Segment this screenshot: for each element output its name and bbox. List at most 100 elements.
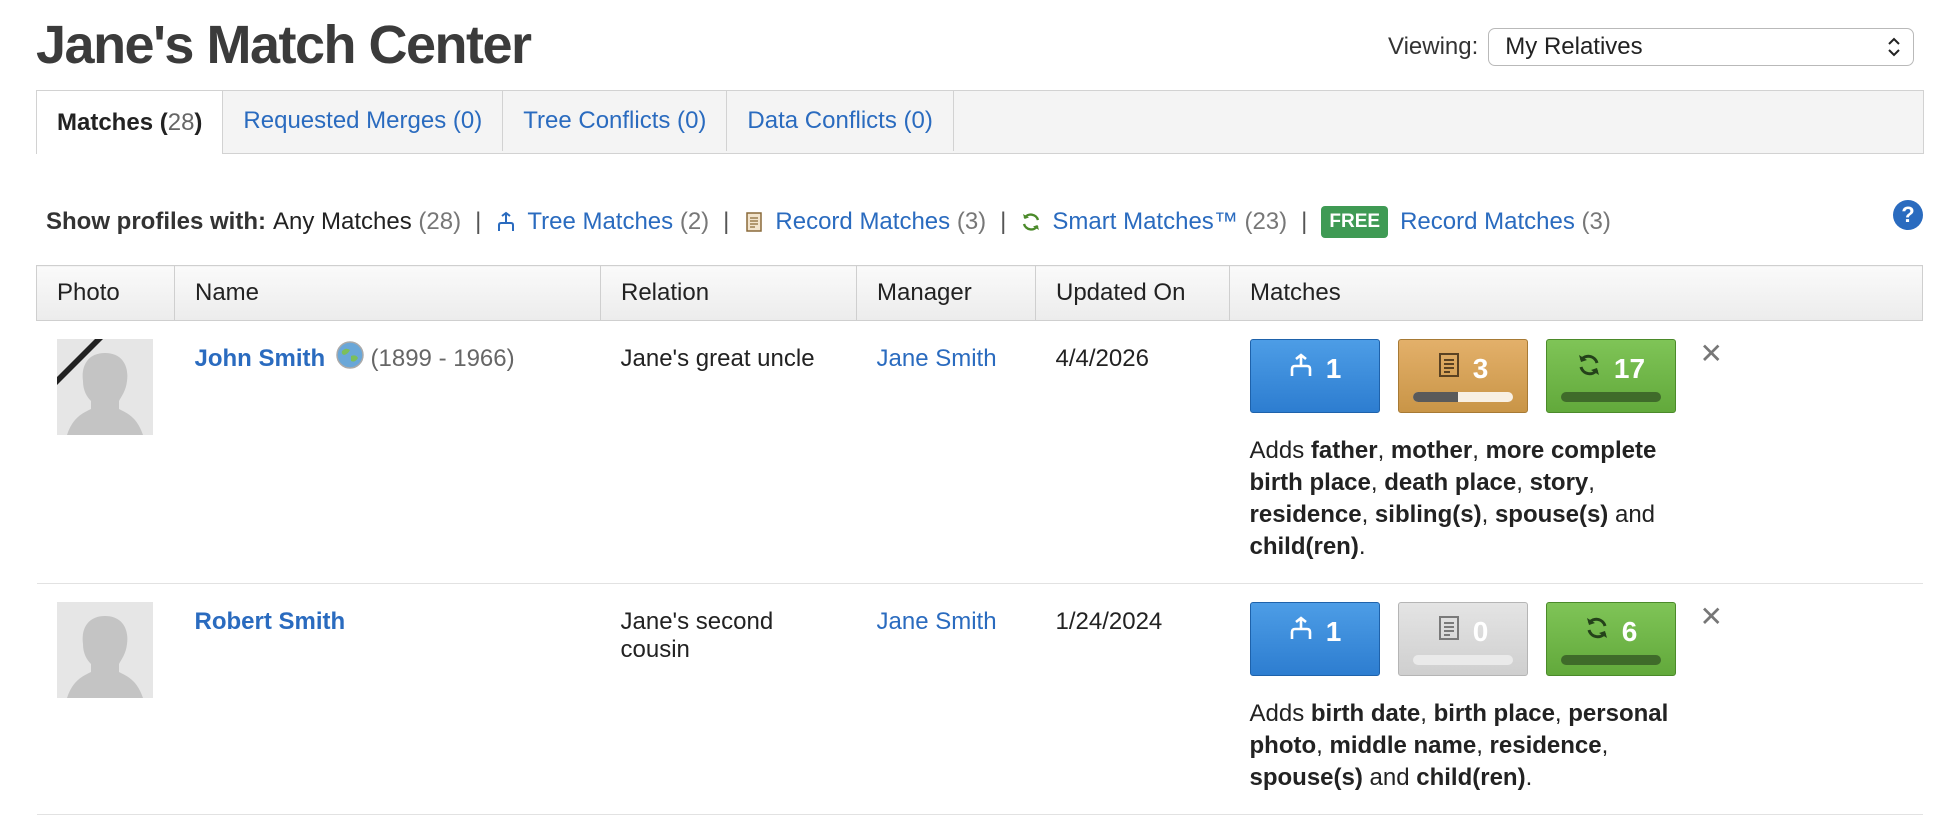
- tree-match-icon: [1288, 615, 1314, 648]
- smart-match-refresh-icon: [1584, 615, 1610, 648]
- added-field: child(ren): [1416, 764, 1526, 791]
- column-header-relation: Relation: [600, 265, 857, 321]
- manager-link[interactable]: Jane Smith: [877, 345, 1016, 373]
- filter-count: (3): [1581, 208, 1611, 235]
- filter-record-matches[interactable]: Record Matches: [775, 208, 950, 236]
- smart-match-count: 17: [1613, 352, 1646, 384]
- filter-count: (3): [956, 208, 987, 235]
- added-field: father: [1310, 437, 1378, 464]
- added-field: birth date: [1310, 700, 1421, 727]
- tab-label: Requested Merges: [243, 107, 447, 134]
- adds-text: Adds: [1249, 700, 1311, 727]
- record-document-icon: [743, 211, 765, 233]
- viewing-select[interactable]: My Relatives: [1488, 28, 1915, 66]
- filter-separator: |: [723, 208, 730, 235]
- life-years: (1899 - 1966): [370, 345, 515, 372]
- close-icon[interactable]: ✕: [1700, 600, 1723, 633]
- tree-match-icon: [495, 211, 517, 233]
- added-field: middle name: [1329, 732, 1477, 759]
- added-field: child(ren): [1249, 533, 1359, 560]
- adds-text: and: [1362, 764, 1417, 791]
- updated-date: 4/4/2026: [1055, 345, 1149, 372]
- tree-matches-button[interactable]: 1: [1249, 339, 1380, 413]
- name-cell: John Smith (1899 - 1966): [174, 320, 601, 584]
- tab-data-conflicts[interactable]: Data Conflicts (0): [727, 91, 954, 151]
- page-title: Jane's Match Center: [36, 15, 532, 75]
- profile-name-link[interactable]: Robert Smith: [195, 608, 346, 636]
- adds-text: ,: [1516, 469, 1530, 496]
- record-matches-button[interactable]: 0: [1397, 602, 1528, 676]
- silhouette-icon: [66, 616, 143, 698]
- matches-cell: 1 0 6 ✕ Adds birth date, birth place, pe…: [1229, 583, 1923, 815]
- filter-count: (23): [1244, 208, 1288, 235]
- adds-text: ,: [1377, 437, 1391, 464]
- adds-text: ,: [1370, 469, 1385, 496]
- record-match-count: 0: [1472, 615, 1489, 647]
- record-document-icon: [1437, 615, 1461, 648]
- photo-cell: [36, 320, 175, 584]
- tree-match-count: 1: [1325, 352, 1342, 384]
- added-field: residence: [1249, 501, 1362, 528]
- avatar[interactable]: [56, 602, 153, 698]
- updated-cell: 1/24/2024: [1035, 583, 1230, 815]
- smart-matches-button[interactable]: 6: [1545, 602, 1676, 676]
- filter-any-matches: Any Matches: [273, 208, 412, 235]
- adds-summary: Adds birth date, birth place, personal p…: [1250, 698, 1680, 794]
- avatar[interactable]: [56, 339, 153, 435]
- manager-cell: Jane Smith: [856, 320, 1036, 584]
- adds-text: .: [1525, 764, 1533, 791]
- added-field: story: [1529, 469, 1589, 496]
- matches-cell: 1 3 17 ✕ Adds father, mother, more compl…: [1229, 320, 1923, 584]
- adds-text: ,: [1316, 732, 1330, 759]
- smart-progress-bar: [1560, 392, 1661, 402]
- tab-requested-merges[interactable]: Requested Merges (0): [223, 91, 504, 151]
- free-badge: FREE: [1321, 206, 1389, 238]
- filter-free-record-matches[interactable]: Record Matches: [1400, 208, 1575, 236]
- smart-progress-bar: [1560, 655, 1661, 665]
- filter-smart-matches[interactable]: Smart Matches™: [1052, 208, 1237, 236]
- record-matches-button[interactable]: 3: [1397, 339, 1528, 413]
- tab-count: 0: [911, 107, 925, 134]
- column-header-name: Name: [174, 265, 601, 321]
- adds-text: ,: [1601, 732, 1609, 759]
- record-progress-bar: [1412, 655, 1513, 665]
- match-buttons: 1 3 17 ✕: [1249, 337, 1903, 413]
- manager-link[interactable]: Jane Smith: [877, 608, 1016, 636]
- adds-text: Adds: [1249, 437, 1311, 464]
- relation-text: Jane's great uncle: [620, 345, 815, 372]
- column-header-photo: Photo: [36, 265, 175, 321]
- added-field: mother: [1390, 437, 1473, 464]
- filter-tree-matches[interactable]: Tree Matches: [527, 208, 673, 236]
- added-field: residence: [1489, 732, 1602, 759]
- select-arrows-icon: [1887, 36, 1901, 58]
- help-icon[interactable]: ?: [1893, 200, 1923, 230]
- filter-bar: Show profiles with: Any Matches (28) | T…: [46, 206, 1611, 238]
- tab-count: 0: [460, 107, 475, 134]
- tree-matches-button[interactable]: 1: [1249, 602, 1380, 676]
- matches-table: Photo Name Relation Manager Updated On M…: [36, 265, 1923, 815]
- tab-matches[interactable]: Matches (28): [36, 91, 224, 154]
- relation-cell: Jane's great uncle: [600, 320, 857, 584]
- tab-tree-conflicts[interactable]: Tree Conflicts (0): [503, 91, 728, 151]
- adds-text: ,: [1588, 469, 1595, 496]
- record-document-icon: [1437, 352, 1461, 385]
- tab-label: Tree Conflicts: [523, 107, 671, 134]
- viewing-control: Viewing: My Relatives: [1388, 28, 1915, 66]
- smart-match-refresh-icon: [1576, 352, 1602, 385]
- smart-matches-button[interactable]: 17: [1545, 339, 1676, 413]
- profile-name-link[interactable]: John Smith: [195, 345, 326, 373]
- close-icon[interactable]: ✕: [1700, 337, 1723, 370]
- tab-count: 28: [167, 108, 195, 136]
- table-row: Robert Smith Jane's second cousin Jane S…: [36, 583, 1923, 815]
- smart-match-count: 6: [1621, 615, 1638, 647]
- adds-text: ,: [1420, 700, 1434, 727]
- viewing-selected-value: My Relatives: [1505, 33, 1643, 60]
- filter-count: (2): [679, 208, 710, 235]
- tree-match-icon: [1288, 352, 1314, 385]
- column-header-matches: Matches: [1229, 265, 1923, 321]
- updated-date: 1/24/2024: [1055, 608, 1163, 635]
- column-header-updated: Updated On: [1035, 265, 1230, 321]
- relation-text: Jane's second cousin: [620, 608, 774, 663]
- viewing-label: Viewing:: [1388, 33, 1479, 60]
- filter-separator: |: [475, 208, 482, 235]
